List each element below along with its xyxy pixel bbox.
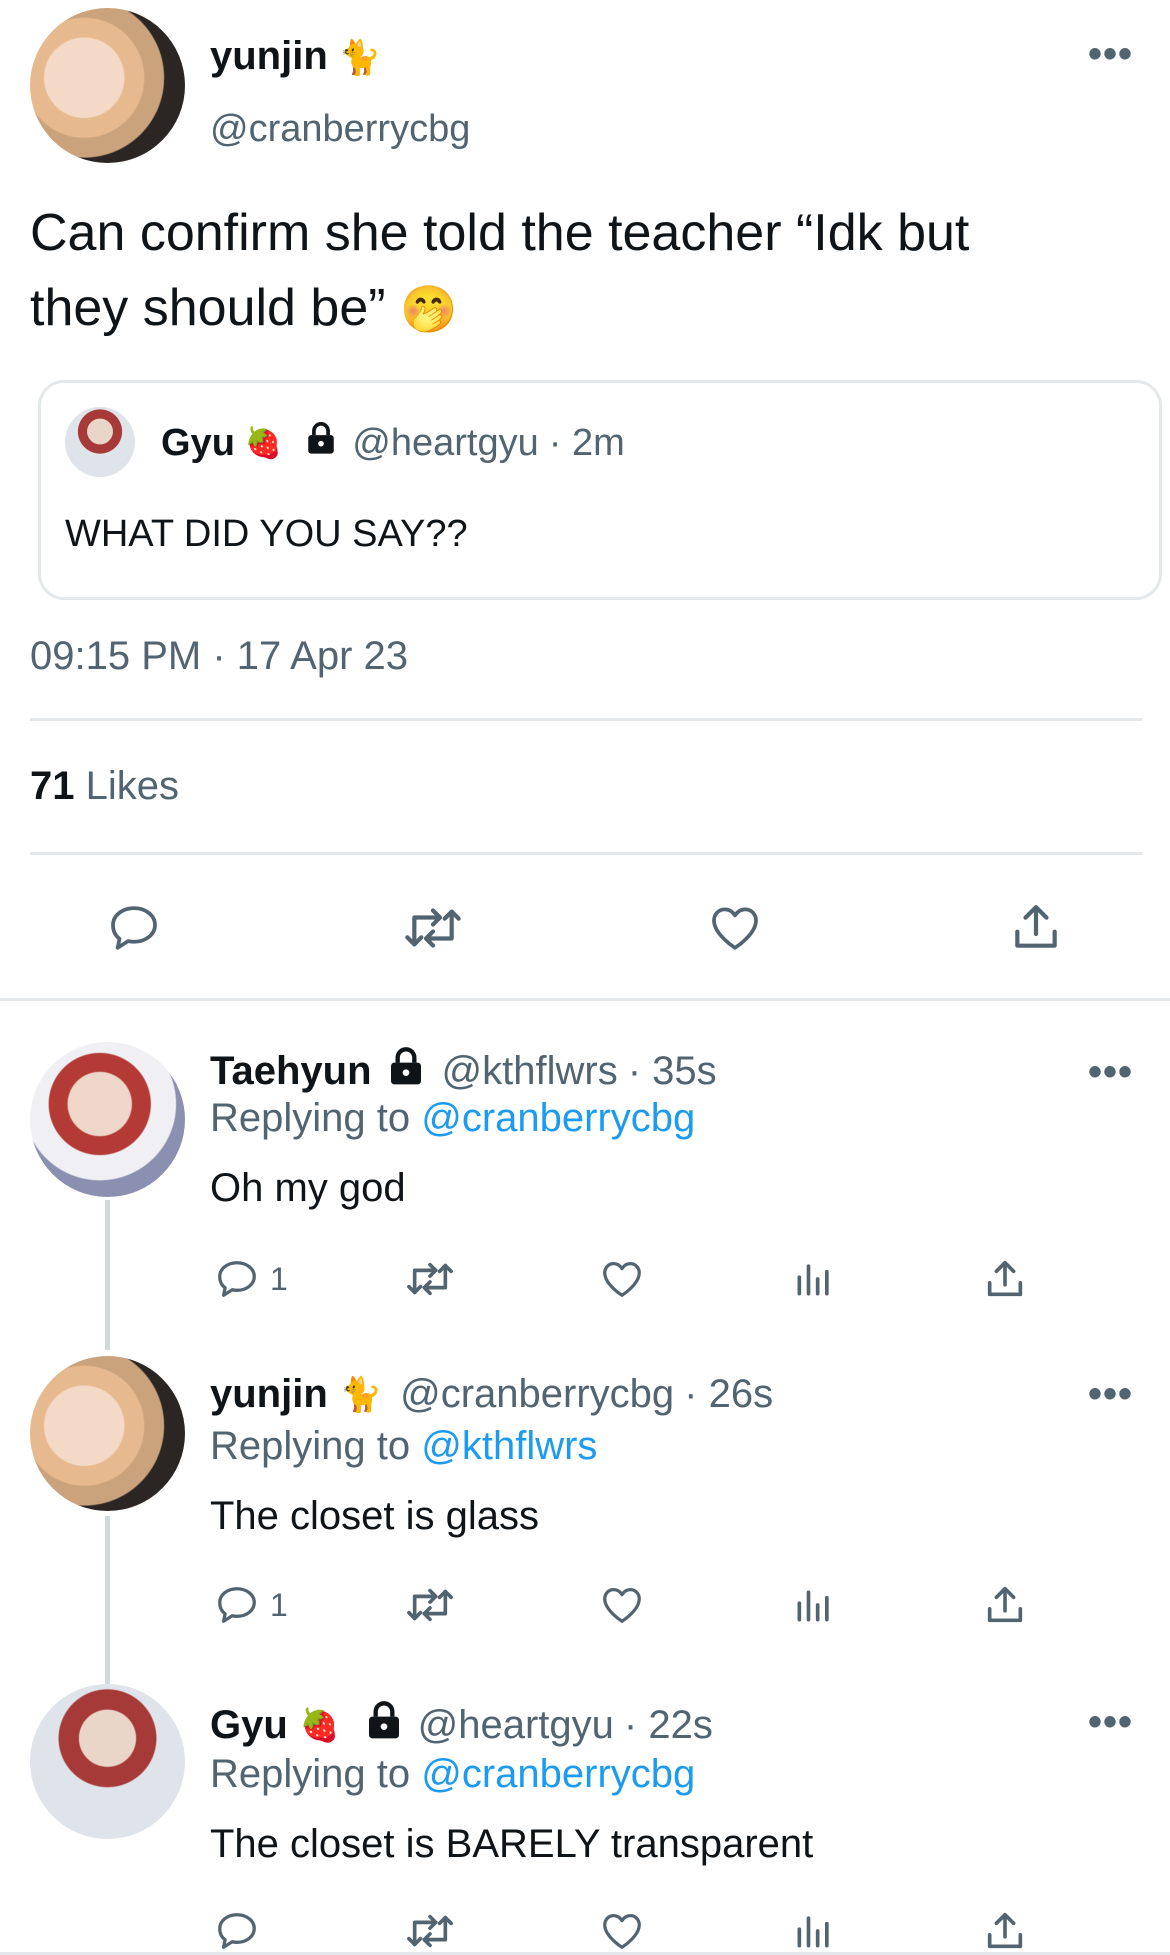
author-handle[interactable]: @cranberrycbg [210,108,470,151]
tweet-text-line1: Can confirm she told the teacher “Idk bu… [30,204,970,262]
reply-time: · 26s [684,1372,774,1416]
heart-icon[interactable] [598,1582,646,1628]
reply-header: yunjin 🐈 @cranberrycbg · 26s [210,1372,773,1417]
author-line: yunjin 🐈 [210,34,381,79]
likes-summary[interactable]: 71 Likes [30,764,179,809]
more-icon[interactable]: ••• [1088,1052,1133,1092]
share-icon[interactable] [982,1256,1028,1302]
likes-count: 71 [30,764,75,808]
cat-emoji: 🐈 [339,1375,383,1414]
more-icon[interactable]: ••• [1088,1702,1133,1742]
reply-icon[interactable] [106,900,162,956]
retweet-icon[interactable] [402,1256,458,1302]
avatar[interactable] [30,1042,185,1197]
reply-icon[interactable]: 1 [214,1256,288,1302]
avatar[interactable] [30,1684,185,1839]
quoted-handle: @heartgyu [352,421,539,464]
strawberry-emoji: 🍓 [244,426,283,460]
heart-icon[interactable] [598,1908,646,1954]
replying-to-link[interactable]: @cranberrycbg [421,1752,695,1796]
hand-over-mouth-emoji: 🤭 [400,283,458,335]
retweet-icon[interactable] [402,1582,458,1628]
replying-to: Replying to @cranberrycbg [210,1752,695,1797]
tweet-text-line2-wrap: they should be” 🤭 [30,271,1130,347]
author-name[interactable]: Taehyun [210,1049,372,1094]
reply-text: Oh my god [210,1166,406,1210]
reply-icon[interactable] [214,1908,260,1954]
likes-label: Likes [85,764,180,808]
reply-time: · 35s [627,1048,717,1093]
share-icon[interactable] [982,1908,1028,1954]
strawberry-emoji: 🍓 [299,1707,340,1743]
divider [30,852,1142,855]
retweet-icon[interactable] [402,1908,458,1954]
quoted-avatar [65,407,135,477]
author-name[interactable]: yunjin [210,1372,328,1417]
reply-text: The closet is BARELY transparent [210,1822,814,1866]
avatar[interactable] [30,1356,185,1511]
divider [0,998,1170,1001]
author-handle[interactable]: @cranberrycbg [400,1372,674,1417]
analytics-icon[interactable] [792,1582,836,1628]
reply-text: The closet is glass [210,1494,540,1538]
quoted-tweet[interactable]: Gyu 🍓 @heartgyu · 2m WHAT DID YOU SAY?? [38,380,1162,600]
more-icon[interactable]: ••• [1088,1374,1133,1414]
quoted-text: WHAT DID YOU SAY?? [65,513,468,555]
reply-icon[interactable]: 1 [214,1582,288,1628]
reply-header: Gyu 🍓 @heartgyu · 22s [210,1700,713,1750]
replying-prefix: Replying to [210,1424,411,1468]
share-icon[interactable] [982,1582,1028,1628]
lock-icon [364,1700,404,1750]
reply-header: Taehyun @kthflwrs · 35s [210,1046,717,1096]
thread-line [105,1200,110,1350]
reply-count: 1 [270,1260,288,1297]
author-handle[interactable]: @heartgyu [418,1703,614,1748]
lock-icon [386,1046,426,1096]
thread-line [105,1516,110,1684]
more-icon[interactable]: ••• [1088,34,1133,74]
author-handle[interactable]: @kthflwrs [442,1049,618,1094]
tweet-text-line2: they should be” [30,279,386,337]
heart-icon[interactable] [706,900,764,956]
replying-to-link[interactable]: @cranberrycbg [421,1096,695,1140]
quoted-time: · 2m [548,421,625,464]
tweet-text: Can confirm she told the teacher “Idk bu… [30,196,1130,347]
replying-to-link[interactable]: @kthflwrs [421,1424,597,1468]
replying-prefix: Replying to [210,1096,411,1140]
analytics-icon[interactable] [792,1256,836,1302]
replying-to: Replying to @kthflwrs [210,1424,597,1469]
author-name[interactable]: yunjin [210,34,328,78]
replying-to: Replying to @cranberrycbg [210,1096,695,1141]
cat-emoji: 🐈 [338,39,382,77]
author-name[interactable]: Gyu [210,1703,288,1748]
divider [30,718,1142,721]
replying-prefix: Replying to [210,1752,411,1796]
heart-icon[interactable] [598,1256,646,1302]
retweet-icon[interactable] [400,900,466,956]
reply-time: · 22s [623,1702,713,1747]
analytics-icon[interactable] [792,1908,836,1954]
quoted-author-line: Gyu 🍓 @heartgyu · 2m [161,421,625,465]
avatar[interactable] [30,8,185,163]
quoted-author-name: Gyu [161,421,235,464]
tweet-timestamp[interactable]: 09:15 PM · 17 Apr 23 [30,634,408,679]
share-icon[interactable] [1008,898,1064,956]
lock-icon [304,421,338,465]
reply-count: 1 [270,1586,288,1623]
